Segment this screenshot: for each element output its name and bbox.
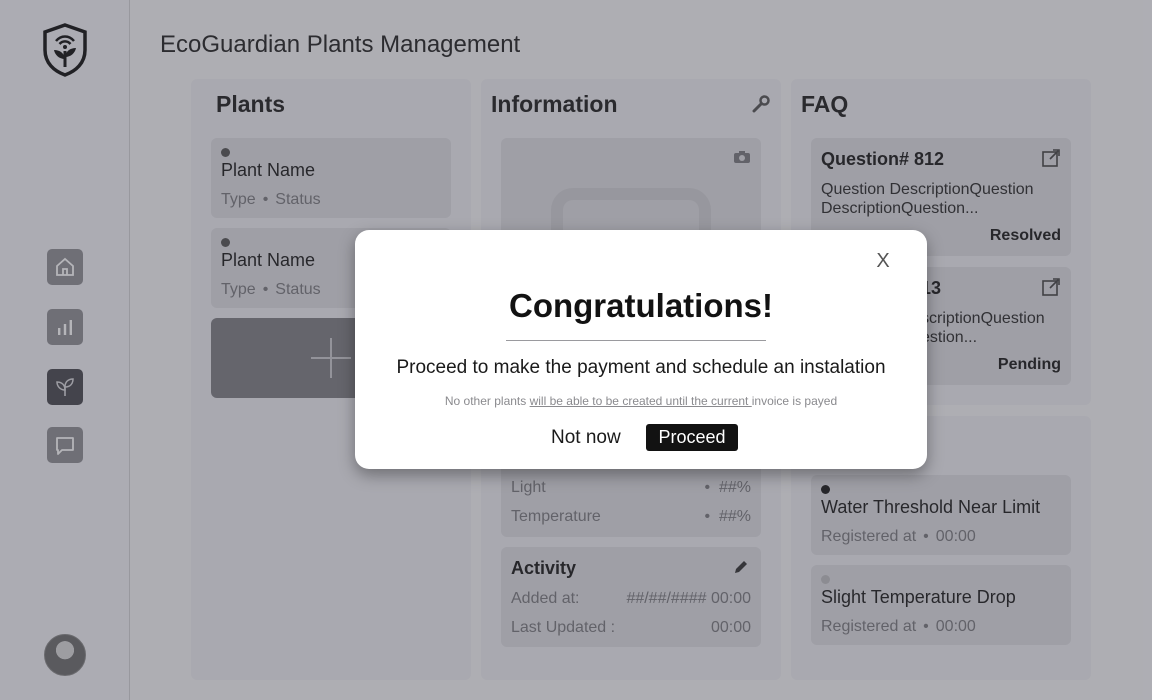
modal-title: Congratulations! bbox=[509, 287, 773, 324]
modal-note: No other plants will be able to be creat… bbox=[444, 394, 838, 408]
modal-divider bbox=[506, 340, 766, 341]
congratulations-modal: X Congratulations! Proceed to make the p… bbox=[355, 230, 927, 469]
close-button[interactable]: X bbox=[873, 248, 893, 274]
modal-message: Proceed to make the payment and schedule… bbox=[396, 357, 886, 378]
not-now-button[interactable]: Not now bbox=[551, 425, 621, 450]
proceed-button[interactable]: Proceed bbox=[646, 424, 738, 451]
